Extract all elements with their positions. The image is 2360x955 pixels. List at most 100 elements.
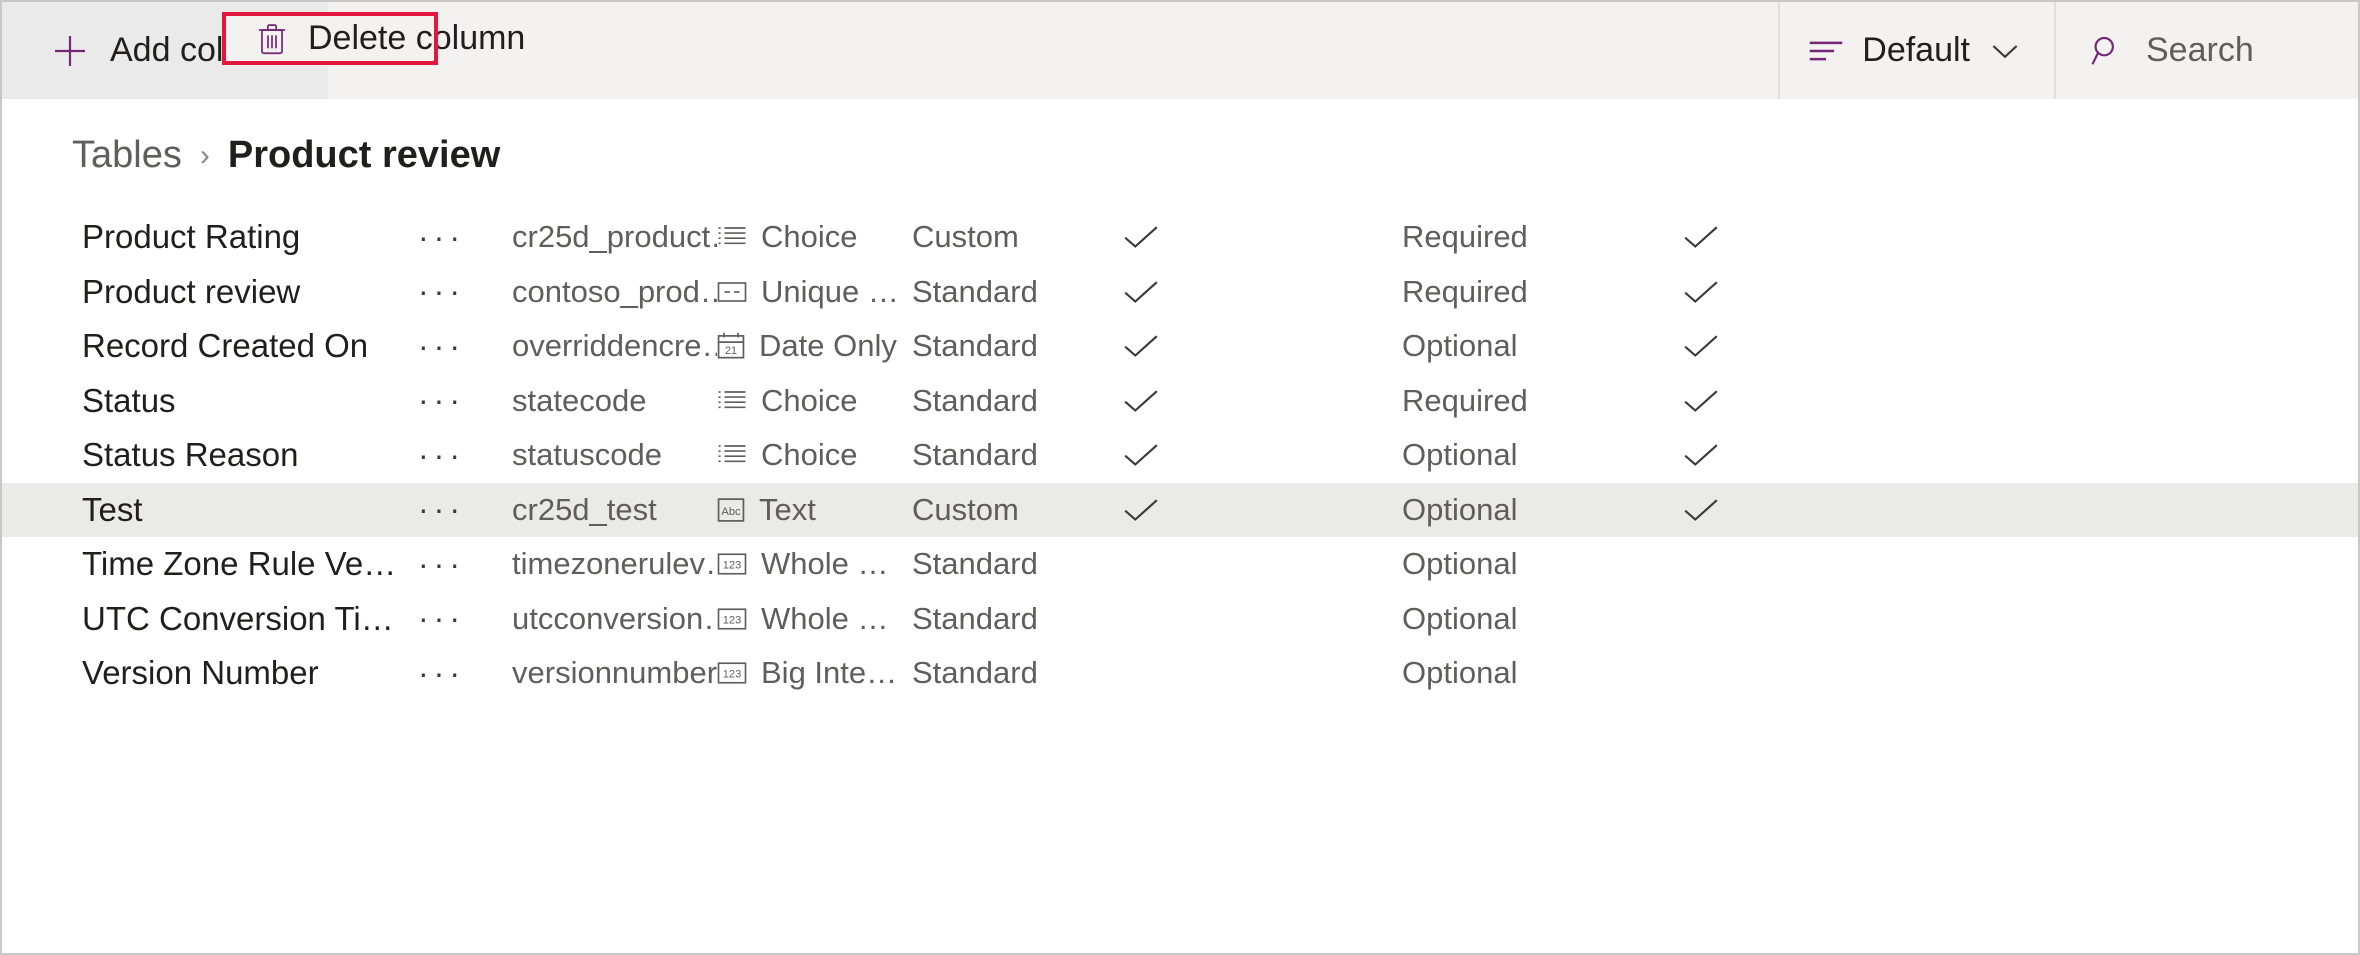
cell-data-type: Choice bbox=[717, 219, 912, 255]
svg-text:123: 123 bbox=[723, 669, 742, 681]
cell-searchable bbox=[1682, 333, 1862, 359]
breadcrumb-item-tables[interactable]: Tables bbox=[72, 134, 182, 177]
cell-type-category: Standard bbox=[912, 655, 1038, 691]
cell-data-type-label: Choice bbox=[761, 437, 858, 473]
row-more-options-button[interactable]: ··· bbox=[402, 546, 512, 583]
cell-customizable bbox=[1122, 497, 1402, 523]
breadcrumb-chevron-icon: › bbox=[199, 138, 210, 172]
table-row[interactable]: Product Rating ···cr25d_product… Choice Cus… bbox=[2, 210, 2358, 265]
cell-data-type-label: Choice bbox=[761, 219, 858, 255]
cell-logical-name: contoso_prod… bbox=[512, 273, 717, 309]
cell-data-type-label: Whole … bbox=[761, 546, 889, 582]
table-row[interactable]: Time Zone Rule Version Num…···timezoneru… bbox=[2, 537, 2358, 592]
table-row[interactable]: Test ··· cr25d_test Abc Text Custom Optional bbox=[2, 482, 2358, 537]
cell-searchable bbox=[1682, 279, 1862, 305]
cell-required-level: Optional bbox=[1402, 491, 1518, 527]
calendar-icon: 21 bbox=[717, 331, 745, 361]
cell-logical-name: statuscode bbox=[512, 437, 662, 473]
delete-column-label: Delete column bbox=[308, 19, 526, 57]
cell-logical-name: versionnumber bbox=[512, 655, 717, 691]
cell-data-type: 123 Whole … bbox=[717, 601, 912, 637]
row-more-options-button[interactable]: ··· bbox=[402, 600, 512, 637]
cell-logical-name: statecode bbox=[512, 382, 647, 418]
cell-display-name: Product Rating bbox=[82, 218, 301, 256]
cell-type-category: Custom bbox=[912, 491, 1019, 527]
checkmark-icon bbox=[1122, 442, 1160, 468]
svg-text:Abc: Abc bbox=[721, 506, 741, 518]
chevron-down-icon bbox=[1990, 41, 2020, 61]
choice-list-icon bbox=[717, 222, 747, 252]
unique-identifier-icon bbox=[717, 279, 747, 305]
app-window: Add column Delete column Default Search … bbox=[0, 0, 2360, 955]
row-more-options-button[interactable]: ··· bbox=[402, 655, 512, 692]
trash-icon bbox=[256, 22, 288, 56]
row-more-options-button[interactable]: ··· bbox=[402, 273, 512, 310]
cell-display-name: Time Zone Rule Version Num… bbox=[82, 545, 402, 583]
table-row[interactable]: Record Created On ··· overriddencre… 21 Date… bbox=[2, 319, 2358, 374]
cell-required-level: Required bbox=[1402, 219, 1528, 255]
cell-required-level: Optional bbox=[1402, 600, 1518, 636]
cell-data-type: Abc Text bbox=[717, 492, 912, 528]
cell-data-type-label: Text bbox=[759, 491, 816, 527]
table-row[interactable]: Version Number ··· versionnumber 123 Big Int… bbox=[2, 646, 2358, 701]
table-row[interactable]: Status ··· statecode Choice Standard Required bbox=[2, 374, 2358, 429]
cell-required-level: Optional bbox=[1402, 328, 1518, 364]
cell-data-type: Choice bbox=[717, 437, 912, 473]
cell-data-type-label: Date Only bbox=[759, 328, 897, 364]
command-bar: Add column Delete column Default Search bbox=[2, 2, 2358, 99]
breadcrumb: Tables › Product review bbox=[72, 134, 500, 177]
cell-customizable bbox=[1122, 388, 1402, 414]
cell-customizable bbox=[1122, 279, 1402, 305]
cell-display-name: Status Reason bbox=[82, 436, 299, 474]
cell-searchable bbox=[1682, 497, 1862, 523]
command-bar-right-group: Default Search bbox=[1778, 2, 2358, 99]
number-123-icon: 123 bbox=[717, 551, 747, 577]
choice-list-icon bbox=[717, 386, 747, 416]
delete-column-button[interactable]: Delete column bbox=[226, 16, 555, 61]
cell-data-type-label: Unique … bbox=[761, 273, 899, 309]
number-123-icon: 123 bbox=[717, 660, 747, 686]
cell-data-type-label: Choice bbox=[761, 382, 858, 418]
cell-data-type: 123 Whole … bbox=[717, 546, 912, 582]
cell-required-level: Required bbox=[1402, 382, 1528, 418]
svg-text:21: 21 bbox=[725, 345, 737, 357]
search-box[interactable]: Search bbox=[2056, 2, 2358, 99]
row-more-options-button[interactable]: ··· bbox=[402, 437, 512, 474]
svg-text:123: 123 bbox=[723, 614, 742, 626]
checkmark-icon bbox=[1682, 279, 1720, 305]
page-title: Product review bbox=[227, 134, 501, 176]
cell-display-name: Status bbox=[82, 381, 176, 419]
row-more-options-button[interactable]: ··· bbox=[402, 382, 512, 419]
row-more-options-button[interactable]: ··· bbox=[402, 491, 512, 528]
cell-required-level: Required bbox=[1402, 273, 1528, 309]
cell-logical-name: overriddencre… bbox=[512, 328, 717, 364]
table-row[interactable]: UTC Conversion Time Zone C…···utcconvers… bbox=[2, 592, 2358, 647]
checkmark-icon bbox=[1122, 388, 1160, 414]
view-selector-label: Default bbox=[1862, 31, 1970, 69]
checkmark-icon bbox=[1682, 333, 1720, 359]
cell-display-name: Test bbox=[82, 490, 143, 528]
cell-data-type: 21 Date Only bbox=[717, 328, 912, 364]
cell-customizable bbox=[1122, 442, 1402, 468]
table-row[interactable]: Status Reason ··· statuscode Choice Standard… bbox=[2, 428, 2358, 483]
cell-type-category: Standard bbox=[912, 437, 1038, 473]
cell-logical-name: timezonerulev… bbox=[512, 546, 717, 582]
checkmark-icon bbox=[1682, 224, 1720, 250]
checkmark-icon bbox=[1682, 388, 1720, 414]
plus-icon bbox=[50, 31, 90, 71]
cell-logical-name: cr25d_test bbox=[512, 491, 657, 527]
svg-text:123: 123 bbox=[723, 560, 742, 572]
row-more-options-button[interactable]: ··· bbox=[402, 219, 512, 256]
view-selector[interactable]: Default bbox=[1780, 2, 2054, 99]
checkmark-icon bbox=[1122, 224, 1160, 250]
cell-data-type: Choice bbox=[717, 383, 912, 419]
cell-searchable bbox=[1682, 224, 1862, 250]
checkmark-icon bbox=[1122, 333, 1160, 359]
cell-searchable bbox=[1682, 388, 1862, 414]
cell-display-name: UTC Conversion Time Zone C… bbox=[82, 599, 402, 637]
checkmark-icon bbox=[1682, 442, 1720, 468]
table-row[interactable]: Product review ··· contoso_prod… Unique … St… bbox=[2, 265, 2358, 320]
checkmark-icon bbox=[1682, 497, 1720, 523]
cell-type-category: Standard bbox=[912, 382, 1038, 418]
row-more-options-button[interactable]: ··· bbox=[402, 328, 512, 365]
